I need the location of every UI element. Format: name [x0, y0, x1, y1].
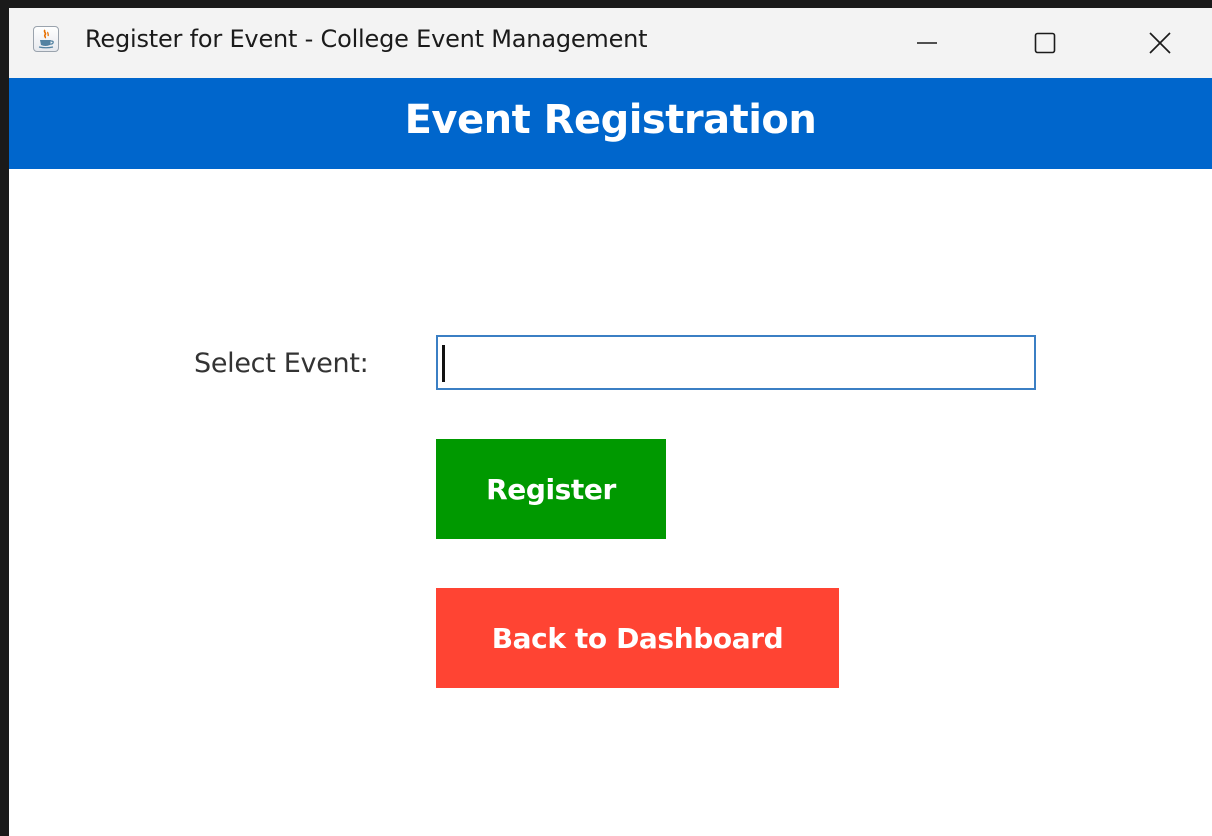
java-coffee-cup-icon[interactable]: [33, 26, 59, 52]
header-banner: Event Registration: [9, 78, 1212, 169]
minimize-icon: [917, 42, 937, 44]
select-event-label: Select Event:: [194, 348, 369, 379]
maximize-button[interactable]: [1015, 8, 1075, 78]
event-input[interactable]: [436, 335, 1036, 390]
back-to-dashboard-button[interactable]: Back to Dashboard: [436, 588, 839, 688]
title-bar[interactable]: Register for Event - College Event Manag…: [9, 8, 1212, 78]
minimize-button[interactable]: [897, 8, 957, 78]
text-caret: [442, 345, 445, 382]
window-title: Register for Event - College Event Manag…: [85, 25, 648, 53]
page-title: Event Registration: [404, 96, 817, 143]
close-button[interactable]: [1130, 8, 1190, 78]
close-icon: [1149, 32, 1171, 54]
app-window: Register for Event - College Event Manag…: [0, 0, 1212, 836]
maximize-icon: [1034, 32, 1056, 54]
register-button[interactable]: Register: [436, 439, 666, 539]
